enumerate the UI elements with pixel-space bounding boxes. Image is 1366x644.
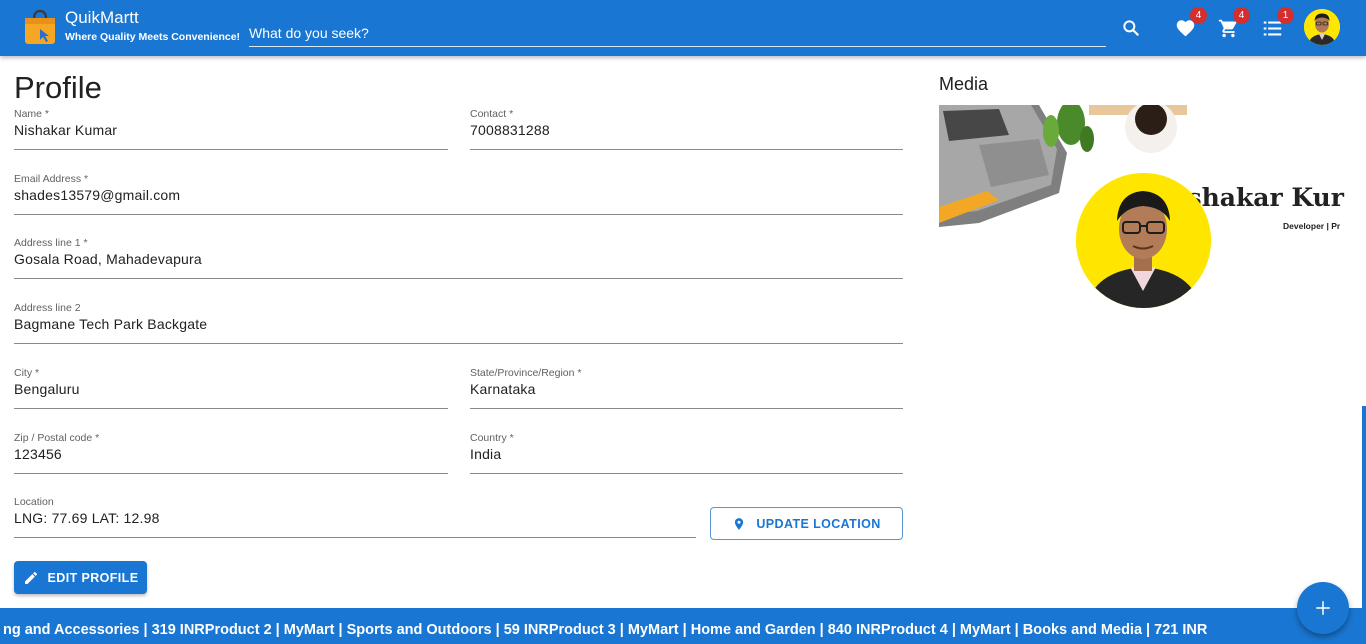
contact-label: Contact * (470, 108, 514, 120)
banner-subtitle: Developer | Pr (1283, 221, 1341, 231)
name-label: Name * (14, 108, 50, 120)
profile-picture[interactable] (1076, 173, 1211, 308)
country-label: Country * (470, 432, 514, 444)
address-line2-label: Address line 2 (14, 302, 81, 314)
product-ticker: ng and Accessories | 319 INRProduct 2 | … (0, 608, 1366, 644)
address-line1-field[interactable]: Address line 1 * Gosala Road, Mahadevapu… (14, 237, 903, 279)
search-icon (1123, 20, 1139, 36)
page-title: Profile (14, 70, 102, 105)
location-label: Location (14, 496, 54, 508)
search-button[interactable] (1117, 14, 1145, 42)
name-value[interactable]: Nishakar Kumar (14, 122, 117, 138)
wishlist-badge: 4 (1190, 7, 1207, 24)
update-location-label: UPDATE LOCATION (756, 516, 881, 531)
email-value[interactable]: shades13579@gmail.com (14, 187, 180, 203)
address-line2-field[interactable]: Address line 2 Bagmane Tech Park Backgat… (14, 302, 903, 344)
app-bar: QuikMartt Where Quality Meets Convenienc… (0, 0, 1366, 56)
contact-field[interactable]: Contact * 7008831288 (470, 108, 903, 150)
search-bar (249, 22, 1106, 47)
state-field[interactable]: State/Province/Region * Karnataka (470, 367, 903, 409)
brand-name[interactable]: QuikMartt (65, 8, 139, 28)
edit-profile-label: EDIT PROFILE (47, 570, 139, 585)
pencil-icon (24, 571, 37, 584)
ticker-text[interactable]: ng and Accessories | 319 INRProduct 2 | … (3, 622, 1207, 638)
address-line1-value[interactable]: Gosala Road, Mahadevapura (14, 251, 202, 267)
address-line1-label: Address line 1 * (14, 237, 88, 249)
zip-field[interactable]: Zip / Postal code * 123456 (14, 432, 448, 474)
state-label: State/Province/Region * (470, 367, 582, 379)
avatar[interactable] (1304, 9, 1340, 45)
media-title: Media (939, 74, 989, 94)
location-field[interactable]: Location LNG: 77.69 LAT: 12.98 (14, 496, 696, 538)
address-line2-value[interactable]: Bagmane Tech Park Backgate (14, 316, 207, 332)
zip-label: Zip / Postal code * (14, 432, 100, 444)
location-value[interactable]: LNG: 77.69 LAT: 12.98 (14, 510, 160, 526)
search-input[interactable] (249, 22, 1106, 44)
location-pin-icon (735, 517, 744, 530)
wishlist-button[interactable]: 4 (1171, 7, 1207, 42)
country-value[interactable]: India (470, 446, 501, 462)
city-value[interactable]: Bengaluru (14, 381, 80, 397)
orders-badge: 1 (1277, 7, 1294, 24)
scrollbar[interactable] (1362, 406, 1366, 608)
name-field[interactable]: Name * Nishakar Kumar (14, 108, 448, 150)
zip-value[interactable]: 123456 (14, 446, 62, 462)
edit-profile-button[interactable]: EDIT PROFILE (14, 561, 147, 594)
email-label: Email Address * (14, 173, 89, 185)
country-field[interactable]: Country * India (470, 432, 903, 474)
state-value[interactable]: Karnataka (470, 381, 536, 397)
plus-icon (1316, 601, 1330, 615)
contact-value[interactable]: 7008831288 (470, 122, 550, 138)
update-location-button[interactable]: UPDATE LOCATION (710, 507, 903, 540)
orders-button[interactable]: 1 (1258, 7, 1294, 42)
city-label: City * (14, 367, 40, 379)
city-field[interactable]: City * Bengaluru (14, 367, 448, 409)
shopping-bag-icon[interactable] (23, 9, 57, 45)
brand-tagline: Where Quality Meets Convenience! (65, 31, 241, 43)
cart-button[interactable]: 4 (1214, 7, 1250, 42)
cart-badge: 4 (1233, 7, 1250, 24)
add-fab-button[interactable] (1297, 582, 1349, 634)
email-field[interactable]: Email Address * shades13579@gmail.com (14, 173, 903, 215)
